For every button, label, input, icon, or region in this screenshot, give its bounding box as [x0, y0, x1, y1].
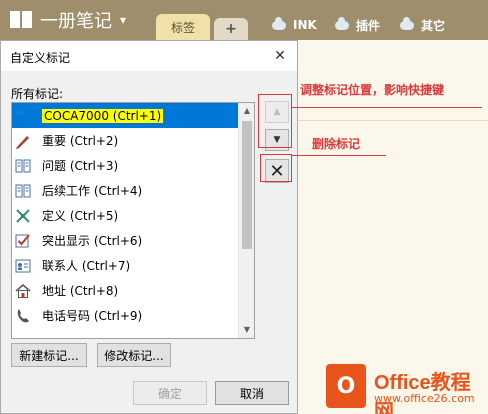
- watermark-name: Office教程网: [374, 372, 471, 414]
- notebook-title: 一册笔记: [40, 11, 112, 32]
- scrollbar-thumb[interactable]: [242, 121, 252, 249]
- notebook-selector[interactable]: 一册笔记 ▾: [10, 6, 126, 34]
- reorder-annotation-line: [292, 107, 482, 108]
- page-divider: [297, 120, 488, 121]
- app-top-bar: 一册笔记 ▾ 标签 + INK 插件 其它: [0, 0, 488, 40]
- list-item[interactable]: 电话号码 (Ctrl+9): [12, 303, 238, 328]
- scroll-down-arrow-icon[interactable]: ▼: [239, 322, 254, 338]
- quote-icon: ”: [14, 107, 32, 125]
- list-item[interactable]: 重要 (Ctrl+2): [12, 128, 238, 153]
- all-tags-label: 所有标记:: [11, 87, 64, 101]
- office-logo: O: [326, 364, 366, 408]
- phone-icon: [14, 307, 32, 325]
- cloud-icon: [335, 16, 349, 30]
- custom-tags-dialog: 自定义标记 ✕ 所有标记: ” COCA7000 (Ctrl+1) 重要 (Ct…: [0, 40, 298, 414]
- top-link-plugins[interactable]: 插件: [335, 16, 380, 33]
- list-item[interactable]: 联系人 (Ctrl+7): [12, 253, 238, 278]
- cross-pattern-icon: [14, 207, 32, 225]
- contact-card-icon: [14, 257, 32, 275]
- delete-annotation-line: [292, 155, 386, 156]
- house-icon: [14, 282, 32, 300]
- top-link-other[interactable]: 其它: [400, 16, 445, 33]
- list-item[interactable]: 问题 (Ctrl+3): [12, 153, 238, 178]
- list-item[interactable]: 突出显示 (Ctrl+6): [12, 228, 238, 253]
- new-tag-button[interactable]: 新建标记...: [11, 343, 87, 367]
- list-scrollbar[interactable]: ▲ ▼: [238, 103, 254, 338]
- ok-button[interactable]: 确定: [133, 381, 207, 405]
- close-icon[interactable]: ✕: [271, 47, 289, 65]
- list-item[interactable]: ” COCA7000 (Ctrl+1): [12, 103, 238, 128]
- notebook-icon: [10, 11, 32, 29]
- list-item[interactable]: 后续工作 (Ctrl+4): [12, 178, 238, 203]
- top-link-ink[interactable]: INK: [272, 16, 317, 33]
- watermark-url: www.office26.com: [374, 392, 475, 405]
- pen-icon: [14, 132, 32, 150]
- dialog-titlebar: 自定义标记 ✕: [1, 41, 297, 71]
- add-tab-button[interactable]: +: [214, 18, 248, 40]
- list-item[interactable]: 定义 (Ctrl+5): [12, 203, 238, 228]
- svg-text:”: ”: [15, 109, 24, 123]
- list-item[interactable]: 地址 (Ctrl+8): [12, 278, 238, 303]
- book-icon: [14, 157, 32, 175]
- delete-highlight-box: [260, 154, 292, 182]
- chevron-down-icon: ▾: [120, 13, 127, 27]
- tab-labels[interactable]: 标签: [156, 14, 210, 40]
- cloud-icon: [400, 16, 414, 30]
- cancel-button[interactable]: 取消: [215, 381, 289, 405]
- checkbox-icon: [14, 232, 32, 250]
- reorder-highlight-box: [258, 94, 292, 148]
- tags-listbox[interactable]: ” COCA7000 (Ctrl+1) 重要 (Ctrl+2) 问题 (Ctrl…: [11, 102, 255, 339]
- book-icon: [14, 182, 32, 200]
- dialog-title: 自定义标记: [10, 51, 71, 65]
- delete-annotation: 删除标记: [312, 137, 361, 151]
- scroll-up-arrow-icon[interactable]: ▲: [239, 103, 254, 119]
- modify-tag-button[interactable]: 修改标记...: [97, 343, 171, 367]
- cloud-icon: [272, 16, 286, 30]
- reorder-annotation: 调整标记位置，影响快捷键: [300, 83, 445, 97]
